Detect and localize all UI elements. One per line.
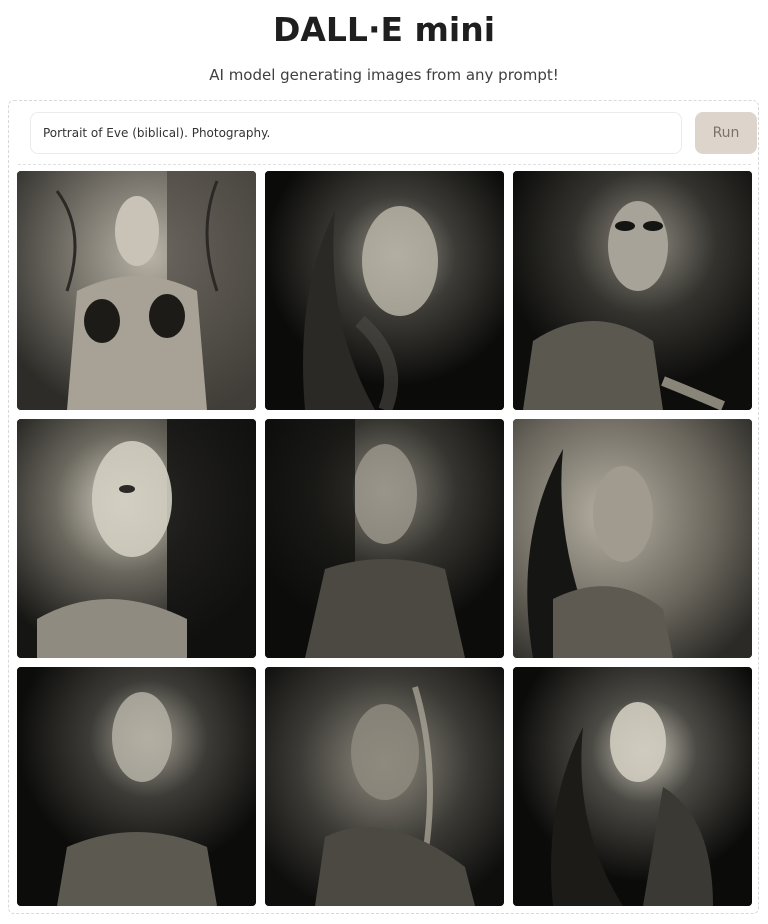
prompt-input[interactable] [30,112,682,154]
generated-image-4[interactable] [17,419,256,658]
app-title: DALL·E mini [272,10,496,49]
demo-panel: Run [8,100,759,914]
generated-image-1[interactable] [17,171,256,410]
generated-image-5[interactable] [265,419,504,658]
run-button[interactable]: Run [695,112,757,154]
image-gallery [17,171,753,907]
generated-image-9[interactable] [513,667,752,906]
generated-image-3[interactable] [513,171,752,410]
app-subtitle: AI model generating images from any prom… [209,66,559,84]
generated-image-2[interactable] [265,171,504,410]
generated-image-7[interactable] [17,667,256,906]
generated-image-6[interactable] [513,419,752,658]
prompt-row: Run [18,102,757,165]
generated-image-8[interactable] [265,667,504,906]
